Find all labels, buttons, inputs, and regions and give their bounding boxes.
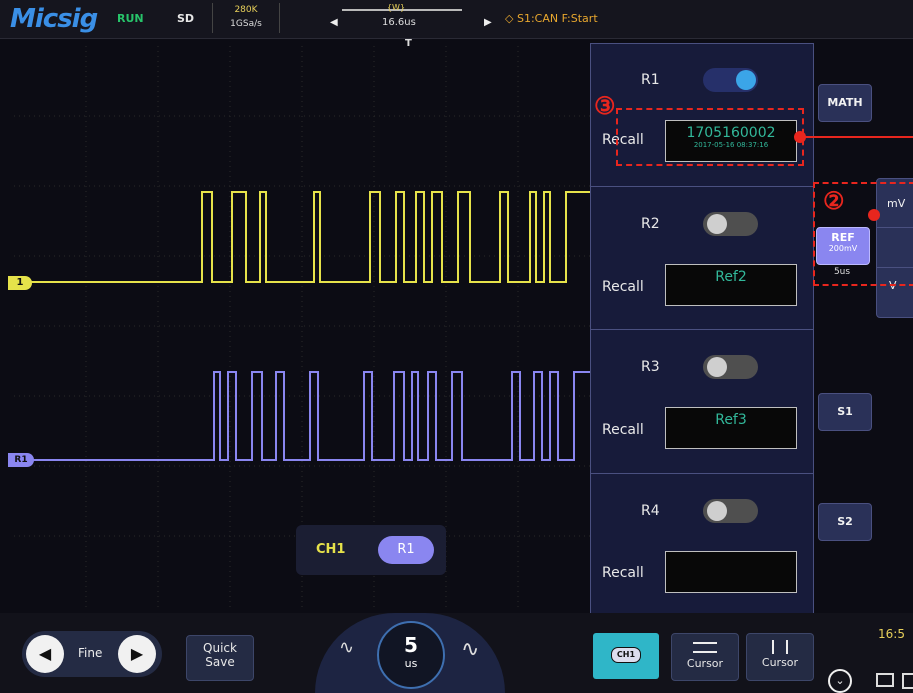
clock: 16:5 (878, 627, 905, 641)
recall-value: Ref3 (715, 412, 747, 428)
trigger-info[interactable]: ◇ S1:CAN F:Start (505, 12, 598, 25)
memory-depth-readout[interactable]: 280K 1GSa/s (212, 3, 280, 33)
trigger-label: S1:CAN F:Start (516, 12, 598, 25)
horizontal-position-control[interactable]: {W} ◀ 16.6us ▶ (312, 3, 492, 35)
ch1-select-button[interactable]: CH1 (316, 542, 345, 557)
quick-save-button[interactable]: Quick Save (186, 635, 254, 681)
ch1-marker[interactable]: 1 (8, 276, 32, 290)
ref-marker[interactable]: R1 (8, 453, 34, 467)
r1-select-button[interactable]: R1 (378, 536, 434, 564)
window-marker: {W} (386, 3, 406, 12)
cursor-label: Cursor (686, 657, 724, 670)
callout-box-3 (616, 108, 804, 166)
memory-depth: 280K (234, 5, 258, 15)
ref-row-r2: R2 Recall Ref2 (591, 186, 813, 330)
fine-label: Fine (78, 646, 103, 660)
ref-label: R1 (641, 72, 660, 88)
toggle-knob (707, 501, 727, 521)
recall-value: Ref2 (715, 269, 747, 285)
quick-save-label-2: Save (205, 655, 235, 669)
recall-value (666, 552, 796, 556)
callout-number-3: ③ (594, 91, 616, 120)
right-arrow-button[interactable]: ▶ (118, 635, 156, 673)
horizontal-cursor-icon (693, 642, 717, 653)
recall-label: Recall (602, 565, 644, 581)
timebase-decrease-icon[interactable]: ∿ (339, 637, 354, 658)
timebase-unit: us (404, 657, 418, 670)
channel-selector: CH1 R1 (296, 525, 446, 575)
toggle-knob (707, 214, 727, 234)
usb-icon[interactable] (902, 673, 913, 689)
top-status-bar: Micsig RUN SD 280K 1GSa/s {W} ◀ 16.6us ▶… (0, 0, 913, 39)
fine-control: ◀ Fine ▶ (22, 631, 162, 677)
bottom-toolbar: ◀ Fine ▶ Quick Save ∿ 5 us ∿ CH1 Cursor … (0, 613, 913, 693)
ref-label: R4 (641, 503, 660, 519)
ref-label: R3 (641, 359, 660, 375)
ref-label: R2 (641, 216, 660, 232)
r2-toggle[interactable] (703, 212, 758, 236)
timebase-knob[interactable]: 5 us (377, 621, 445, 689)
recall-label: Recall (602, 422, 644, 438)
cursor-horizontal-button[interactable]: Cursor (671, 633, 739, 681)
r3-recall-field[interactable]: Ref3 (665, 407, 797, 449)
vertical-cursor-icon (772, 640, 788, 654)
collapse-menu-icon[interactable]: ⌄ (828, 669, 852, 693)
s2-button[interactable]: S2 (818, 503, 872, 541)
run-status[interactable]: RUN (117, 12, 144, 25)
toggle-knob (736, 70, 756, 90)
left-arrow-icon[interactable]: ◀ (330, 17, 338, 28)
sample-rate: 1GSa/s (230, 19, 262, 29)
quick-save-label-1: Quick (203, 641, 237, 655)
ref-row-r3: R3 Recall Ref3 (591, 329, 813, 474)
display-icon[interactable] (876, 673, 894, 687)
cursor-label: Cursor (761, 656, 799, 669)
timebase-increase-icon[interactable]: ∿ (461, 637, 479, 662)
ch1-chip: CH1 (611, 647, 641, 663)
oscilloscope-screen: Micsig RUN SD 280K 1GSa/s {W} ◀ 16.6us ▶… (0, 0, 913, 693)
timebase-value: 5 (404, 633, 418, 657)
left-arrow-button[interactable]: ◀ (26, 635, 64, 673)
recall-label: Recall (602, 279, 644, 295)
s1-button[interactable]: S1 (818, 393, 872, 431)
r4-recall-field[interactable] (665, 551, 797, 593)
r3-toggle[interactable] (703, 355, 758, 379)
cursor-vertical-button[interactable]: Cursor (746, 633, 814, 681)
callout-number-2: ② (823, 186, 845, 215)
timebase-control: ∿ 5 us ∿ (315, 613, 505, 693)
trigger-icon: ◇ (505, 12, 517, 25)
r1-toggle[interactable] (703, 68, 758, 92)
callout-line (804, 136, 913, 138)
math-button[interactable]: MATH (818, 84, 872, 122)
r4-toggle[interactable] (703, 499, 758, 523)
ref-row-r4: R4 Recall (591, 473, 813, 614)
ch1-chip-button[interactable]: CH1 (593, 633, 659, 679)
acquire-mode[interactable]: SD (177, 12, 194, 25)
right-arrow-icon[interactable]: ▶ (484, 17, 492, 28)
callout-dot (868, 209, 880, 221)
r2-recall-field[interactable]: Ref2 (665, 264, 797, 306)
brand-logo: Micsig (10, 4, 98, 34)
horizontal-position: 16.6us (382, 17, 416, 28)
toggle-knob (707, 357, 727, 377)
